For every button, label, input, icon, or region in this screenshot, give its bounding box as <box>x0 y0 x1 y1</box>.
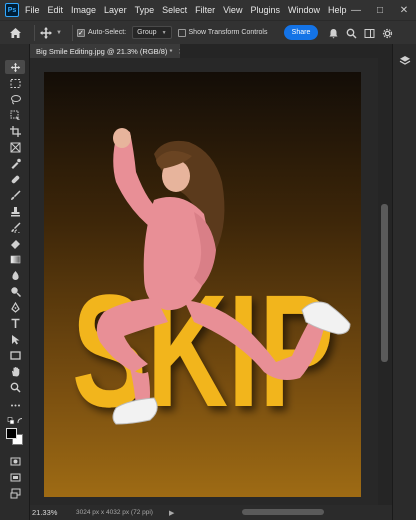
zoom-tool-icon[interactable] <box>5 380 25 394</box>
photoshop-logo: Ps <box>5 3 19 17</box>
auto-select-target-dropdown[interactable]: Group ▼ <box>132 26 172 39</box>
tools-panel <box>0 44 30 520</box>
menu-view[interactable]: View <box>223 5 242 15</box>
minimize-icon[interactable]: — <box>344 0 368 20</box>
menu-type[interactable]: Type <box>135 5 155 15</box>
status-bar: 21.33% 3024 px x 4032 px (72 ppi) ▶ <box>30 505 392 520</box>
dodge-tool-icon[interactable] <box>5 284 25 298</box>
healing-brush-tool-icon[interactable] <box>5 172 25 186</box>
search-icon[interactable] <box>342 21 360 45</box>
document-info[interactable]: 3024 px x 4032 px (72 ppi) <box>76 509 153 516</box>
quick-mask-icon[interactable] <box>5 454 25 468</box>
crop-tool-icon[interactable] <box>5 124 25 138</box>
document-canvas: SKIP <box>44 72 361 497</box>
canvas-area[interactable]: SKIP <box>30 58 378 505</box>
more-tools-icon[interactable] <box>5 398 25 412</box>
share-button[interactable]: Share <box>284 25 318 40</box>
color-swatches <box>6 428 24 446</box>
move-tool-icon <box>40 26 52 39</box>
menu-window[interactable]: Window <box>288 5 320 15</box>
move-tool-icon[interactable] <box>5 60 25 74</box>
menu-bar: Ps File Edit Image Layer Type Select Fil… <box>0 0 416 20</box>
menu-select[interactable]: Select <box>162 5 187 15</box>
window-controls: — □ ✕ <box>344 0 416 20</box>
menu-file[interactable]: File <box>25 5 40 15</box>
eyedropper-tool-icon[interactable] <box>5 156 25 170</box>
maximize-icon[interactable]: □ <box>368 0 392 20</box>
history-brush-tool-icon[interactable] <box>5 220 25 234</box>
gear-icon[interactable] <box>378 21 396 45</box>
artwork-image: SKIP <box>72 128 351 440</box>
divider <box>34 24 35 41</box>
notification-bell-icon[interactable] <box>324 21 342 45</box>
show-transform-controls-checkbox[interactable]: Show Transform Controls <box>177 28 268 37</box>
move-tool-preset[interactable]: ▼ <box>39 26 62 40</box>
frame-tool-icon[interactable] <box>5 140 25 154</box>
tab-strip <box>180 44 392 58</box>
checkbox-icon <box>177 28 186 37</box>
horizontal-scrollbar-thumb[interactable] <box>242 509 324 515</box>
auto-select-checkbox[interactable]: ✓ Auto-Select: <box>76 28 127 37</box>
layers-panel-icon[interactable] <box>398 54 412 68</box>
type-tool-icon[interactable] <box>5 316 25 330</box>
scrollbar-thumb[interactable] <box>381 204 388 362</box>
blur-tool-icon[interactable] <box>5 268 25 282</box>
chevron-right-icon[interactable]: ▶ <box>169 509 174 517</box>
options-icons <box>324 21 396 45</box>
document-tab[interactable]: Big Smile Editing.jpg @ 21.3% (RGB/8) * … <box>30 44 185 58</box>
menu-plugins[interactable]: Plugins <box>250 5 280 15</box>
path-selection-tool-icon[interactable] <box>5 332 25 346</box>
menu-edit[interactable]: Edit <box>48 5 64 15</box>
hand-tool-icon[interactable] <box>5 364 25 378</box>
rectangle-tool-icon[interactable] <box>5 348 25 362</box>
lasso-tool-icon[interactable] <box>5 92 25 106</box>
close-icon[interactable]: ✕ <box>392 0 416 20</box>
chevron-down-icon: ▼ <box>56 29 62 36</box>
chevron-down-icon: ▼ <box>161 29 167 36</box>
menu-layer[interactable]: Layer <box>104 5 127 15</box>
screen-mode-icon[interactable] <box>5 470 25 484</box>
menu-filter[interactable]: Filter <box>195 5 215 15</box>
eraser-tool-icon[interactable] <box>5 236 25 250</box>
auto-select-label: Auto-Select: <box>87 29 127 36</box>
workspace-icon[interactable] <box>360 21 378 45</box>
zoom-level[interactable]: 21.33% <box>32 508 76 517</box>
default-colors-icon[interactable] <box>5 416 25 426</box>
pen-tool-icon[interactable] <box>5 300 25 314</box>
right-panel-dock <box>392 44 416 520</box>
marquee-tool-icon[interactable] <box>5 76 25 90</box>
foreground-color-swatch[interactable] <box>6 428 17 439</box>
gradient-tool-icon[interactable] <box>5 252 25 266</box>
clone-stamp-tool-icon[interactable] <box>5 204 25 218</box>
artboard-icon[interactable] <box>5 486 25 500</box>
checkbox-icon: ✓ <box>76 28 85 37</box>
brush-tool-icon[interactable] <box>5 188 25 202</box>
divider <box>71 24 73 41</box>
options-bar: ▼ ✓ Auto-Select: Group ▼ Show Transform … <box>0 20 416 44</box>
vertical-scrollbar[interactable] <box>378 58 392 505</box>
dropdown-value: Group <box>137 29 157 36</box>
document-tab-title: Big Smile Editing.jpg @ 21.3% (RGB/8) * <box>36 46 173 56</box>
home-icon[interactable] <box>0 21 30 45</box>
object-selection-tool-icon[interactable] <box>5 108 25 122</box>
menu-image[interactable]: Image <box>71 5 96 15</box>
transform-controls-label: Show Transform Controls <box>188 29 268 36</box>
